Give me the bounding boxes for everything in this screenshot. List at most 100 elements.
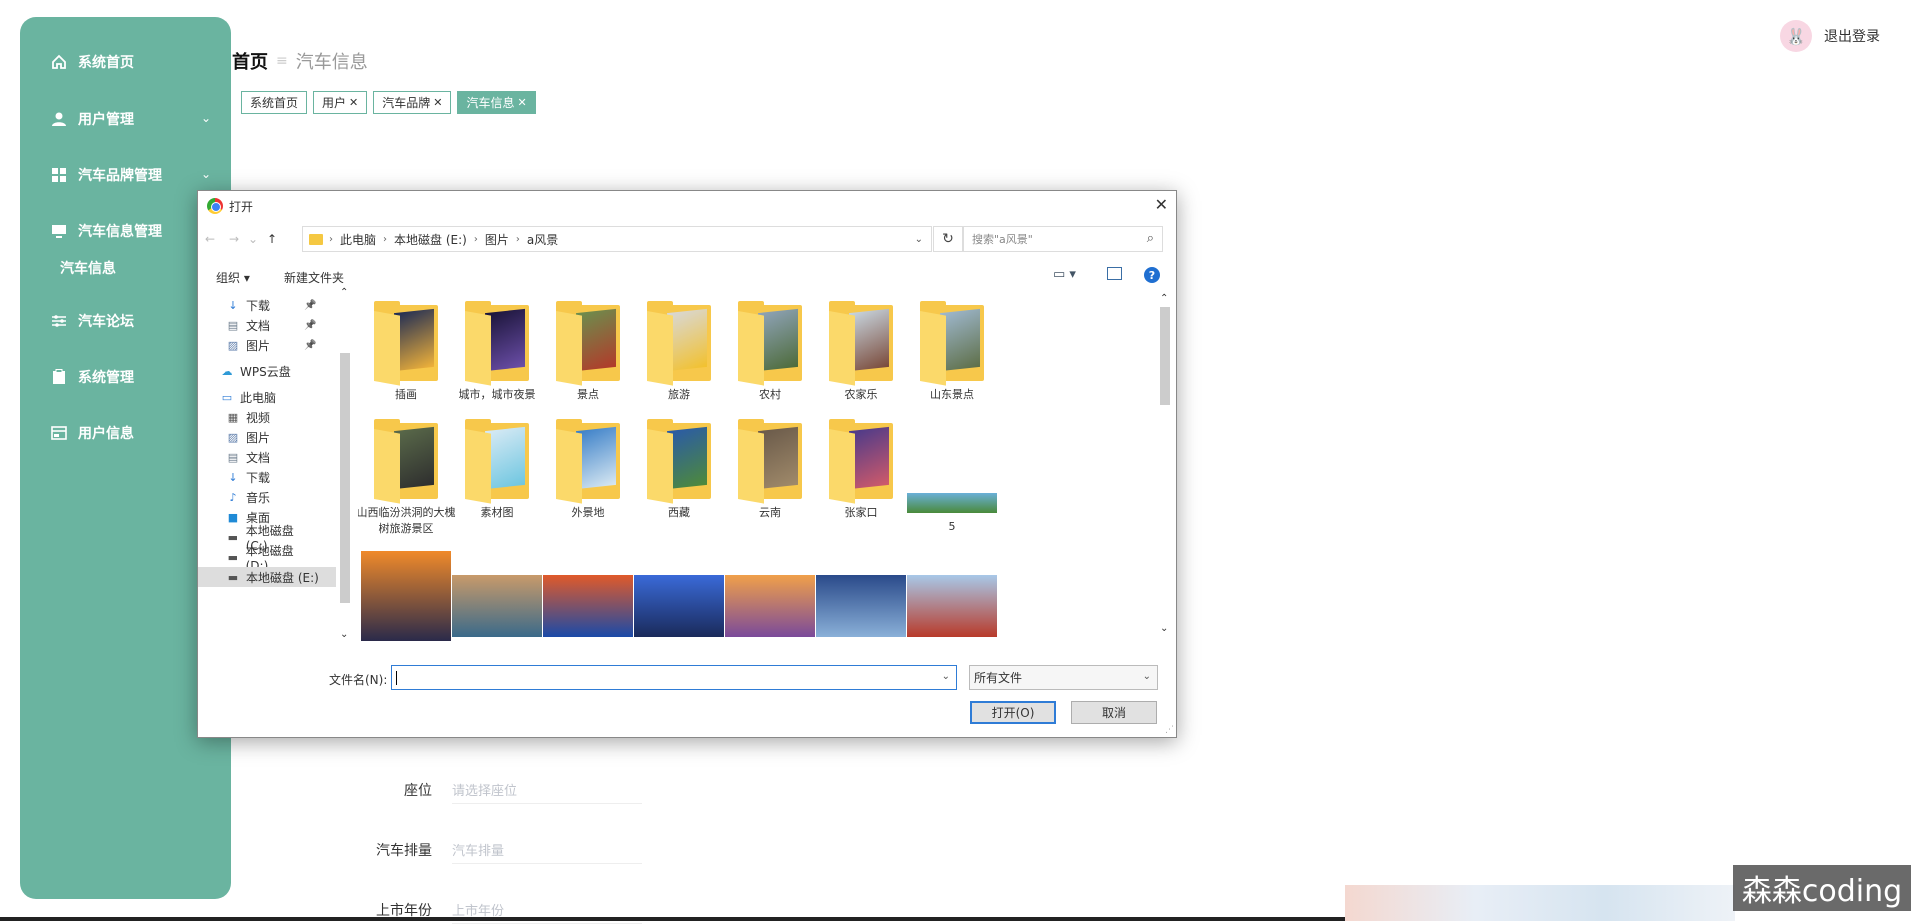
image-item[interactable]: 5 xyxy=(902,493,1002,535)
address-segment[interactable]: 图片 xyxy=(485,231,509,248)
folder-item[interactable]: 山西临汾洪洞的大槐树旅游景区 xyxy=(358,419,456,537)
image-item[interactable] xyxy=(538,575,638,643)
folder-item[interactable]: 素材图 xyxy=(447,419,547,521)
tree-item[interactable]: ♪ 音乐 xyxy=(226,487,270,507)
breadcrumb-home[interactable]: 首页 xyxy=(232,48,268,74)
folder-icon xyxy=(647,419,711,504)
folder-item[interactable]: 山东景点 xyxy=(902,301,1002,403)
sidebar-item-users[interactable]: 用户管理 ⌄ xyxy=(20,99,231,139)
document-icon: ▤ xyxy=(227,318,239,332)
tree-item[interactable]: ▬ 本地磁盘 (D:) xyxy=(226,544,318,573)
address-segment[interactable]: 此电脑 xyxy=(340,231,376,248)
folder-item[interactable]: 农家乐 xyxy=(811,301,911,403)
folder-item[interactable]: 旅游 xyxy=(629,301,729,403)
image-item[interactable] xyxy=(447,575,547,643)
folder-item[interactable]: 外景地 xyxy=(538,419,638,521)
tree-scrollbar[interactable]: ⌃ ⌄ xyxy=(340,287,350,643)
folder-item[interactable]: 云南 xyxy=(720,419,820,521)
filetype-select[interactable]: 所有文件 ⌄ xyxy=(969,665,1158,690)
folder-item[interactable]: 农村 xyxy=(720,301,820,403)
organize-button[interactable]: 组织 ▾ xyxy=(216,269,250,286)
address-segment[interactable]: 本地磁盘 (E:) xyxy=(394,231,467,248)
up-button[interactable]: ↑ xyxy=(260,232,284,246)
cancel-button[interactable]: 取消 xyxy=(1071,701,1157,724)
back-button[interactable]: ← xyxy=(198,232,222,246)
tag-user[interactable]: 用户 ✕ xyxy=(313,91,368,114)
close-button[interactable]: ✕ xyxy=(1155,195,1168,214)
folder-item[interactable]: 城市，城市夜景 xyxy=(447,301,547,403)
tree-item-label: 音乐 xyxy=(246,490,271,505)
close-icon[interactable]: ✕ xyxy=(349,96,358,109)
forward-button[interactable]: → xyxy=(222,232,246,246)
tag-car-info[interactable]: 汽车信息 ✕ xyxy=(457,91,536,114)
filetype-value: 所有文件 xyxy=(974,671,1023,685)
folder-icon xyxy=(920,301,984,386)
chevron-down-icon[interactable]: ⌄ xyxy=(942,671,950,682)
logout-link[interactable]: 退出登录 xyxy=(1824,26,1880,46)
folder-item[interactable]: 张家口 xyxy=(811,419,911,521)
tree-item[interactable]: ▦ 视频 xyxy=(226,407,270,427)
pin-icon: 📌 xyxy=(304,299,317,311)
image-item[interactable] xyxy=(902,575,1002,643)
sidebar-item-label: 用户信息 xyxy=(78,426,134,442)
grid-scrollbar[interactable]: ⌃ ⌄ xyxy=(1158,293,1172,643)
open-button[interactable]: 打开(O) xyxy=(970,701,1056,724)
card-icon xyxy=(50,424,68,442)
filename-input[interactable]: ⌄ xyxy=(391,665,957,690)
search-input[interactable]: 搜索"a风景" ⌕ xyxy=(963,226,1163,252)
image-item[interactable] xyxy=(358,551,456,643)
tree-item[interactable]: ▭ 此电脑 xyxy=(220,387,276,407)
watermark: 森森coding xyxy=(1733,865,1911,911)
tree-item[interactable]: ☁ WPS云盘 xyxy=(220,361,291,381)
image-item[interactable] xyxy=(629,575,729,643)
tree-item-label: 文档 xyxy=(246,450,271,465)
tree-item[interactable]: ↓ 下载 📌 xyxy=(226,295,316,315)
avatar[interactable]: 🐰 xyxy=(1780,20,1812,52)
tag-label: 汽车品牌 xyxy=(382,96,431,110)
image-item[interactable] xyxy=(720,575,820,643)
image-label: 5 xyxy=(948,520,956,533)
chevron-down-icon[interactable]: ⌄ xyxy=(1160,623,1168,634)
tree-item[interactable]: ▨ 图片 📌 xyxy=(226,335,317,355)
chevron-up-icon[interactable]: ⌃ xyxy=(340,287,348,298)
resize-grip-icon[interactable]: ⋰ xyxy=(1165,725,1174,735)
recent-button[interactable]: ⌄ xyxy=(246,232,260,246)
image-item[interactable] xyxy=(811,575,911,643)
folder-item[interactable]: 西藏 xyxy=(629,419,729,521)
download-icon: ↓ xyxy=(228,470,238,484)
seats-select[interactable]: 请选择座位 xyxy=(452,776,642,804)
tree-item[interactable]: ▤ 文档 xyxy=(226,447,270,467)
tag-home[interactable]: 系统首页 xyxy=(241,91,308,114)
tree-item[interactable]: ▨ 图片 xyxy=(226,427,270,447)
drive-icon: ▬ xyxy=(227,570,239,584)
tree-item[interactable]: ▬ 本地磁盘 (E:) xyxy=(198,567,336,587)
help-icon[interactable]: ? xyxy=(1144,267,1160,283)
tag-brand[interactable]: 汽车品牌 ✕ xyxy=(373,91,452,114)
sidebar-item-brand[interactable]: 汽车品牌管理 ⌄ xyxy=(20,155,231,195)
displacement-input[interactable]: 汽车排量 xyxy=(452,836,642,864)
preview-pane-icon[interactable] xyxy=(1107,267,1122,280)
folder-item[interactable]: 插画 xyxy=(358,301,456,403)
tree-item[interactable]: ▤ 文档 📌 xyxy=(226,315,317,335)
open-file-dialog: 打开 ✕ ← → ⌄ ↑ › 此电脑 › 本地磁盘 (E:) › 图片 › a风… xyxy=(197,190,1177,738)
close-icon[interactable]: ✕ xyxy=(518,96,527,109)
address-bar[interactable]: › 此电脑 › 本地磁盘 (E:) › 图片 › a风景 ⌄ xyxy=(302,226,932,252)
chevron-down-icon[interactable]: ⌄ xyxy=(915,234,923,245)
chevron-up-icon[interactable]: ⌃ xyxy=(1160,293,1168,304)
scrollbar-thumb[interactable] xyxy=(1160,307,1170,405)
tree-item-label: 图片 xyxy=(246,430,271,445)
new-folder-button[interactable]: 新建文件夹 xyxy=(284,269,344,286)
close-icon[interactable]: ✕ xyxy=(433,96,442,109)
form-row-seats: 座位 请选择座位 xyxy=(312,776,642,804)
sidebar-item-home[interactable]: 系统首页 xyxy=(20,42,231,82)
chevron-down-icon[interactable]: ⌄ xyxy=(340,629,348,640)
refresh-button[interactable]: ↻ xyxy=(933,226,963,252)
submenu-item-car-info[interactable]: 汽车信息 xyxy=(60,258,116,278)
folder-item[interactable]: 景点 xyxy=(538,301,638,403)
address-segment[interactable]: a风景 xyxy=(527,231,558,248)
window-bottom-edge xyxy=(0,917,1345,921)
tree-item[interactable]: ↓ 下载 xyxy=(226,467,270,487)
view-options-icon[interactable]: ▭ ▾ xyxy=(1053,267,1076,282)
scrollbar-thumb[interactable] xyxy=(340,353,350,603)
navigation-tree: ↓ 下载 📌 ▤ 文档 📌 ▨ 图片 📌 ☁ WPS云盘 ▭ 此电脑 ▦ 视频 ▨ 图片 ▤ 文档 ↓ 下载 ♪ 音乐 ■ 桌面… xyxy=(198,293,336,643)
